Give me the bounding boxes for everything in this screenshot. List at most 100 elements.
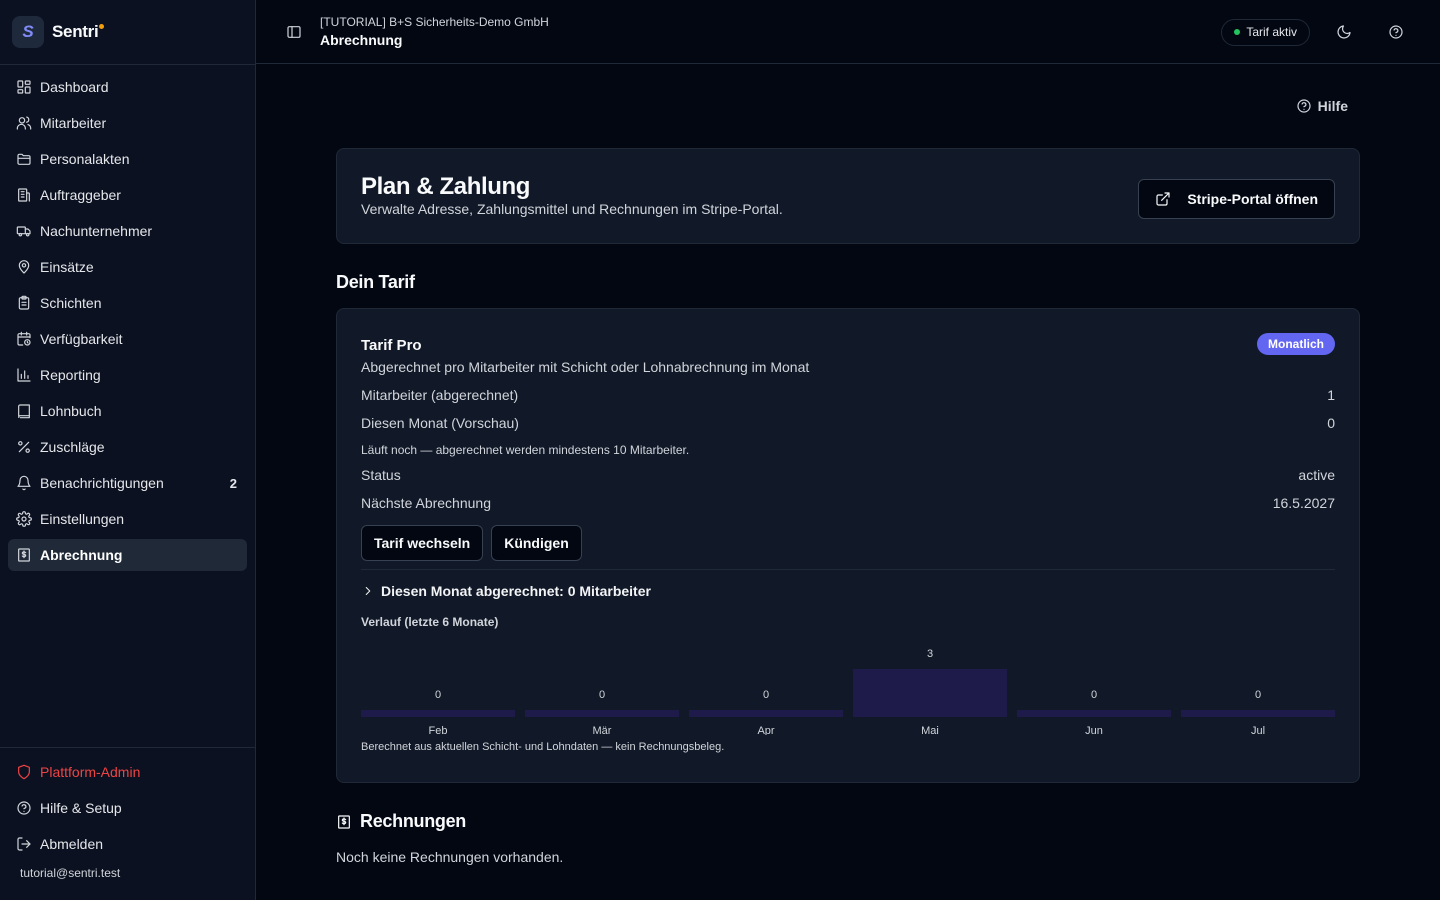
sidebar-item-dashboard[interactable]: Dashboard bbox=[8, 71, 247, 103]
chart-bar-jul bbox=[1181, 710, 1335, 717]
sidebar-item-label: Personalakten bbox=[40, 151, 130, 167]
invoices-title-label: Rechnungen bbox=[360, 811, 467, 831]
chevron-right-icon bbox=[365, 586, 371, 596]
receipt-icon bbox=[18, 548, 30, 562]
minimum-note: Läuft noch — abgerechnet werden mindeste… bbox=[361, 443, 690, 457]
notification-count-badge: 2 bbox=[229, 475, 237, 491]
sidebar-item-auftraggeber[interactable]: Auftraggeber bbox=[8, 179, 247, 211]
sidebar-toggle-icon[interactable] bbox=[286, 24, 302, 40]
sidebar-item-abmelden[interactable]: Abmelden bbox=[8, 828, 247, 860]
sidebar-nav: Dashboard Mitarbeiter Personalakten Auftrag… bbox=[0, 65, 255, 581]
detail-label: Diesen Monat (Vorschau) bbox=[361, 415, 519, 431]
billing-interval-badge: Monatlich bbox=[1257, 333, 1335, 355]
logout-icon bbox=[17, 837, 31, 851]
bell-icon bbox=[17, 475, 31, 491]
top-header: [TUTORIAL] B+S Sicherheits-Demo GmbH Abr… bbox=[256, 0, 1440, 64]
percent-icon bbox=[18, 441, 30, 453]
chart-category-label: Apr bbox=[757, 725, 774, 735]
shield-icon bbox=[18, 764, 30, 780]
chart-value-label: 0 bbox=[1091, 689, 1097, 701]
external-link-icon bbox=[1156, 192, 1170, 206]
sidebar-item-label: Plattform-Admin bbox=[40, 764, 141, 780]
sidebar-item-verfuegbarkeit[interactable]: Verfügbarkeit bbox=[8, 323, 247, 355]
app-name: Sentri bbox=[52, 22, 105, 42]
sidebar-item-lohnbuch[interactable]: Lohnbuch bbox=[8, 395, 247, 427]
stripe-portal-button[interactable]: Stripe-Portal öffnen bbox=[1138, 179, 1335, 219]
detail-value: 1 bbox=[1327, 387, 1335, 403]
users-icon bbox=[16, 116, 32, 130]
change-tarif-button[interactable]: Tarif wechseln bbox=[361, 525, 484, 561]
chart-value-label: 0 bbox=[763, 689, 769, 701]
tarif-status-badge: Tarif aktiv bbox=[1221, 18, 1310, 46]
dashboard-icon bbox=[17, 80, 31, 94]
sidebar-item-label: Nachunternehmer bbox=[40, 223, 153, 239]
sidebar-item-einsaetze[interactable]: Einsätze bbox=[8, 251, 247, 283]
chart-value-label: 0 bbox=[599, 689, 605, 701]
sidebar-item-abrechnung[interactable]: Abrechnung bbox=[8, 539, 247, 571]
page-title: Abrechnung bbox=[320, 32, 403, 48]
gear-icon bbox=[16, 511, 32, 527]
sidebar-item-label: Schichten bbox=[40, 295, 102, 311]
sidebar-item-label: Hilfe & Setup bbox=[40, 800, 122, 816]
sidebar-item-label: Mitarbeiter bbox=[40, 115, 107, 131]
detail-row: Nächste Abrechnung 16.5.2027 bbox=[361, 495, 1335, 511]
sidebar-item-label: Verfügbarkeit bbox=[40, 331, 123, 347]
chart-value-label: 3 bbox=[927, 648, 933, 660]
user-email: tutorial@sentri.test bbox=[20, 866, 121, 880]
plan-card: Plan & Zahlung Verwalte Adresse, Zahlung… bbox=[336, 148, 1360, 244]
detail-value: 16.5.2027 bbox=[1272, 495, 1335, 511]
sidebar-item-hilfe-setup[interactable]: Hilfe & Setup bbox=[8, 792, 247, 824]
logo-icon: S bbox=[12, 16, 44, 48]
sidebar-item-label: Zuschläge bbox=[40, 439, 105, 455]
chart-title: Verlauf (letzte 6 Monate) bbox=[361, 615, 499, 629]
sidebar-item-reporting[interactable]: Reporting bbox=[8, 359, 247, 391]
chart-bar-jun bbox=[1017, 710, 1171, 717]
moon-icon[interactable] bbox=[1336, 24, 1352, 40]
detail-label: Mitarbeiter (abgerechnet) bbox=[361, 387, 519, 403]
org-name: [TUTORIAL] B+S Sicherheits-Demo GmbH bbox=[320, 15, 549, 29]
sidebar: S Sentri Dashboard Mitarbeiter Personalakt… bbox=[0, 0, 256, 900]
sidebar-item-benachrichtigungen[interactable]: Benachrichtigungen 2 bbox=[8, 467, 247, 499]
book-icon bbox=[18, 404, 30, 419]
sidebar-item-personalakten[interactable]: Personalakten bbox=[8, 143, 247, 175]
chart-category-label: Jun bbox=[1085, 725, 1103, 735]
brand[interactable]: S Sentri bbox=[0, 0, 255, 65]
sidebar-item-nachunternehmer[interactable]: Nachunternehmer bbox=[8, 215, 247, 247]
building-icon bbox=[18, 188, 30, 202]
sidebar-item-label: Lohnbuch bbox=[40, 403, 102, 419]
sidebar-item-zuschlaege[interactable]: Zuschläge bbox=[8, 431, 247, 463]
chart-bar-apr bbox=[689, 710, 843, 717]
header-titles: [TUTORIAL] B+S Sicherheits-Demo GmbH Abr… bbox=[320, 15, 549, 48]
invoices-empty-state: Noch keine Rechnungen vorhanden. bbox=[336, 849, 564, 865]
truck-icon bbox=[16, 226, 31, 237]
sidebar-item-mitarbeiter[interactable]: Mitarbeiter bbox=[8, 107, 247, 139]
help-icon[interactable] bbox=[1388, 24, 1404, 40]
detail-value: active bbox=[1298, 467, 1335, 483]
chart-category-label: Mär bbox=[593, 725, 612, 735]
sidebar-item-schichten[interactable]: Schichten bbox=[8, 287, 247, 319]
folder-icon bbox=[17, 153, 31, 165]
chart-category-label: Jul bbox=[1251, 725, 1265, 735]
sidebar-item-label: Auftraggeber bbox=[40, 187, 121, 203]
map-pin-icon bbox=[18, 260, 30, 274]
chart-bar-mai bbox=[853, 669, 1007, 717]
detail-row: Status active bbox=[361, 467, 1335, 483]
bar-chart-icon bbox=[17, 368, 31, 382]
tarif-section-title: Dein Tarif bbox=[336, 272, 415, 292]
billed-employees-label: Diesen Monat abgerechnet: 0 Mitarbeiter bbox=[381, 583, 651, 599]
tarif-card: Tarif Pro Monatlich Abgerechnet pro Mita… bbox=[336, 308, 1360, 783]
sidebar-item-label: Einsätze bbox=[40, 259, 94, 275]
sidebar-item-label: Einstellungen bbox=[40, 511, 125, 527]
chart-category-label: Mai bbox=[921, 725, 939, 735]
sidebar-item-plattform-admin[interactable]: Plattform-Admin bbox=[8, 756, 247, 788]
cancel-subscription-button[interactable]: Kündigen bbox=[491, 525, 582, 561]
chart-bar-maer bbox=[525, 710, 679, 717]
detail-label: Status bbox=[361, 467, 401, 483]
help-link[interactable]: Hilfe bbox=[1296, 98, 1348, 114]
divider bbox=[361, 569, 1335, 570]
receipt-icon bbox=[338, 814, 350, 829]
detail-row: Diesen Monat (Vorschau) 0 bbox=[361, 415, 1335, 431]
billed-employees-toggle[interactable]: Diesen Monat abgerechnet: 0 Mitarbeiter bbox=[361, 583, 651, 599]
sidebar-item-einstellungen[interactable]: Einstellungen bbox=[8, 503, 247, 535]
detail-label: Nächste Abrechnung bbox=[361, 495, 491, 511]
